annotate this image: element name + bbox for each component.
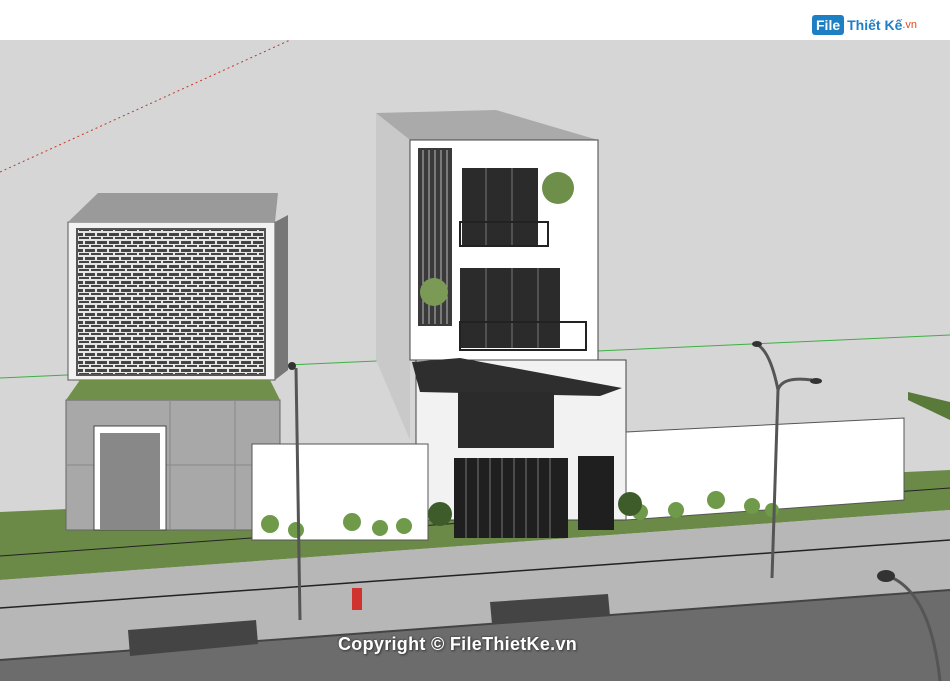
- street-lamp-left-head: [288, 362, 296, 370]
- logo-box-text: File: [812, 15, 845, 35]
- house-render-scene: [0, 0, 950, 682]
- top-white-band: [0, 0, 950, 40]
- balcony-plant: [542, 172, 574, 204]
- gate-plant-left: [428, 502, 452, 526]
- side-gate: [578, 456, 614, 530]
- balcony-plant: [420, 278, 448, 306]
- left-building-door: [100, 433, 160, 530]
- middle-floor-window: [460, 268, 560, 348]
- gate-plant-right: [618, 492, 642, 516]
- brick-pattern: [78, 230, 264, 374]
- logo-brand-text: Thiết Kế: [847, 17, 903, 33]
- render-canvas: [0, 39, 950, 682]
- top-floor-window: [462, 168, 538, 246]
- street-lamp-corner-head: [877, 570, 895, 582]
- main-gate: [454, 458, 568, 538]
- ground-floor-window: [458, 392, 554, 448]
- left-building-roof: [68, 193, 278, 222]
- street-lamp-right-head: [810, 378, 822, 384]
- left-building-side: [275, 215, 288, 380]
- street-lamp-right-head: [752, 341, 762, 347]
- logo-tld-text: .vn: [902, 19, 918, 31]
- left-roof-garden: [66, 380, 280, 400]
- copyright-watermark: Copyright © FileThietKe.vn: [338, 634, 578, 654]
- fire-hydrant: [352, 588, 362, 610]
- brand-logo: File Thiết Kế .vn: [812, 12, 917, 38]
